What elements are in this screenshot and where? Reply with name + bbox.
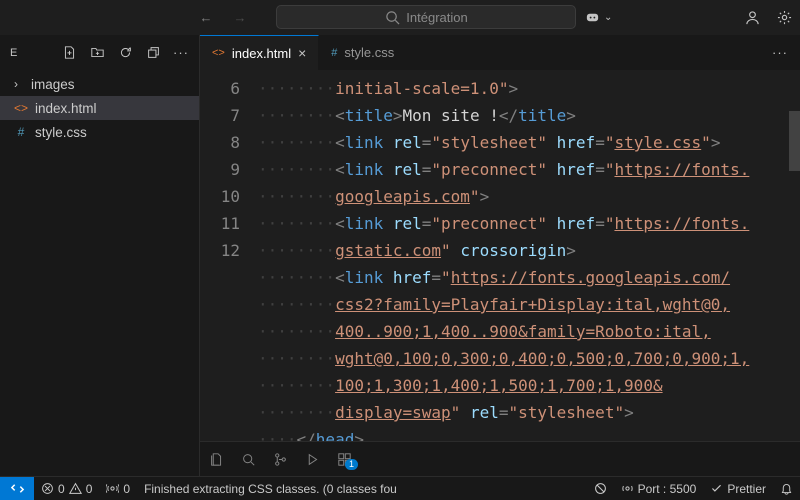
file-icon: # bbox=[331, 47, 337, 59]
nav-back-button[interactable]: ← bbox=[198, 9, 214, 25]
file-name: style.css bbox=[35, 125, 87, 140]
command-center-search[interactable]: Intégration bbox=[276, 5, 576, 29]
close-tab-icon[interactable]: × bbox=[298, 45, 306, 61]
file-tree-item[interactable]: <> index.html bbox=[0, 96, 199, 120]
tab-label: index.html bbox=[232, 46, 291, 61]
code-editor[interactable]: 6789101112 ········initial-scale=1.0">··… bbox=[200, 71, 800, 441]
warnings-count: 0 bbox=[86, 482, 93, 496]
explorer-label: E bbox=[10, 47, 18, 59]
search-icon bbox=[384, 9, 400, 25]
live-server-toggle[interactable] bbox=[587, 482, 614, 495]
files-icon[interactable] bbox=[208, 451, 224, 467]
account-icon[interactable] bbox=[744, 9, 760, 25]
port-label: Port : 5500 bbox=[638, 482, 697, 496]
live-server-port[interactable]: Port : 5500 bbox=[614, 482, 704, 496]
problems-indicator[interactable]: 0 0 bbox=[34, 477, 99, 500]
code-content[interactable]: ········initial-scale=1.0">········<titl… bbox=[258, 71, 800, 441]
line-gutter: 6789101112 bbox=[200, 71, 258, 441]
file-tree: ›images <> index.html # style.css bbox=[0, 70, 199, 146]
prettier-indicator[interactable]: Prettier bbox=[703, 482, 773, 496]
search-panel-icon[interactable] bbox=[240, 451, 256, 467]
refresh-icon[interactable] bbox=[117, 45, 133, 61]
editor-tabs: <> index.html × # style.css ··· bbox=[200, 35, 800, 71]
scrollbar-thumb[interactable] bbox=[789, 111, 800, 171]
notifications-icon[interactable] bbox=[773, 482, 800, 495]
file-icon: <> bbox=[212, 47, 225, 59]
status-bar: 0 0 0 Finished extracting CSS classes. (… bbox=[0, 476, 800, 500]
file-icon: # bbox=[14, 125, 28, 139]
editor-tab[interactable]: # style.css bbox=[319, 35, 407, 70]
errors-count: 0 bbox=[58, 482, 65, 496]
activity-panel-bar bbox=[200, 441, 800, 476]
source-control-icon[interactable] bbox=[272, 451, 288, 467]
file-name: index.html bbox=[35, 101, 97, 116]
status-message[interactable]: Finished extracting CSS classes. (0 clas… bbox=[137, 477, 404, 500]
extensions-icon[interactable] bbox=[336, 451, 352, 467]
explorer-sidebar: E ··· ›images <> index.html # style.css bbox=[0, 35, 200, 476]
folder-icon: images bbox=[31, 77, 75, 92]
editor-tab[interactable]: <> index.html × bbox=[200, 35, 319, 70]
file-icon: <> bbox=[14, 101, 28, 115]
ports-count: 0 bbox=[123, 482, 130, 496]
title-bar: ← → Intégration ⌄ bbox=[0, 0, 800, 35]
file-tree-item[interactable]: ›images bbox=[0, 72, 199, 96]
remote-indicator[interactable] bbox=[0, 477, 34, 500]
more-actions-icon[interactable]: ··· bbox=[173, 45, 189, 61]
settings-gear-icon[interactable] bbox=[776, 9, 792, 25]
tab-label: style.css bbox=[344, 45, 394, 60]
prettier-label: Prettier bbox=[727, 482, 766, 496]
tab-more-actions-icon[interactable]: ··· bbox=[772, 45, 788, 61]
run-debug-icon[interactable] bbox=[304, 451, 320, 467]
nav-forward-button[interactable]: → bbox=[232, 9, 248, 25]
new-folder-icon[interactable] bbox=[89, 45, 105, 61]
copilot-icon[interactable] bbox=[584, 9, 600, 25]
ports-indicator[interactable]: 0 bbox=[99, 477, 137, 500]
collapse-all-icon[interactable] bbox=[145, 45, 161, 61]
copilot-chevron-icon[interactable]: ⌄ bbox=[604, 12, 612, 23]
file-tree-item[interactable]: # style.css bbox=[0, 120, 199, 144]
search-placeholder-text: Intégration bbox=[406, 10, 467, 25]
new-file-icon[interactable] bbox=[61, 45, 77, 61]
